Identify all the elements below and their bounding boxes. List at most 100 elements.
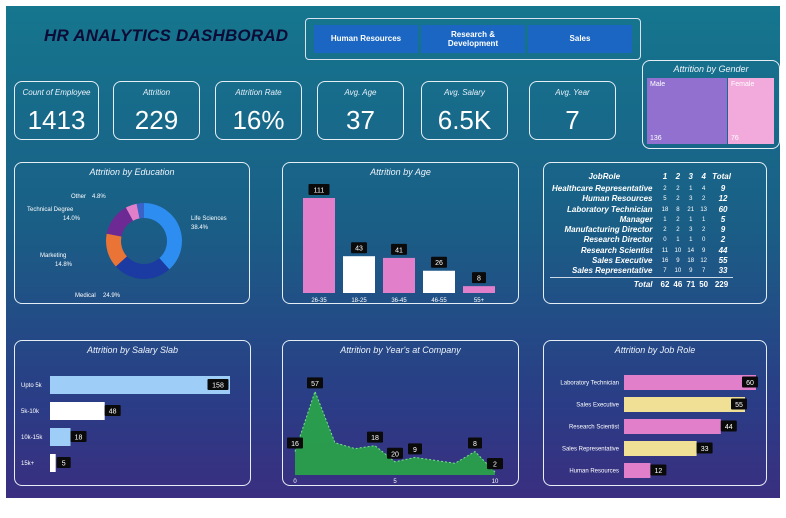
salary-bar-2 — [50, 428, 71, 446]
table-cell: 33 — [718, 266, 728, 276]
kpi-value: 6.5K — [437, 105, 492, 135]
table-cell: 7 — [702, 268, 706, 275]
table-row[interactable]: Sales Executive 16 9 18 12 55 — [550, 256, 733, 266]
table-row[interactable]: Laboratory Technician 18 8 21 13 60 — [550, 205, 733, 215]
years-value-label: 8 — [473, 441, 477, 448]
education-donut-chart: Life Sciences 38.4% Medical 24.9% Market… — [27, 194, 227, 299]
years-value-label: 57 — [311, 381, 319, 388]
age-value-label: 8 — [477, 276, 481, 283]
table-cell: 9 — [676, 258, 680, 265]
tab-research-development[interactable]: Research & Development — [421, 25, 525, 53]
attrition-by-gender-card: Attrition by Gender Male 136 Female 76 — [642, 60, 780, 149]
salary-category-label: 5k-10k — [21, 409, 40, 415]
jobrole-value-label: 44 — [725, 424, 733, 431]
table-cell: 8 — [676, 206, 680, 213]
table-cell: 1 — [689, 216, 693, 223]
gender-male-value: 136 — [650, 135, 662, 142]
table-cell: 2 — [663, 227, 667, 234]
years-value-label: 16 — [291, 441, 299, 448]
kpi-avg-age: Avg. Age 37 — [317, 81, 404, 140]
edu-pct-life-sciences: 38.4% — [191, 225, 209, 231]
table-cell: 2 — [676, 196, 680, 203]
years-area — [295, 391, 495, 475]
age-bar-36-45 — [383, 257, 415, 293]
edu-label-life-sciences: Life Sciences — [191, 216, 227, 222]
jobrole-value-label: 33 — [701, 446, 709, 453]
table-cell: 2 — [702, 196, 706, 203]
table-row[interactable]: Research Scientist 11 10 14 9 44 — [550, 246, 733, 256]
kpi-value: 229 — [134, 105, 179, 135]
edu-label-other: Other — [71, 194, 86, 200]
attrition-by-education-card: Attrition by Education Life Sciences 38.… — [14, 162, 250, 304]
edu-pct-other: 4.8% — [92, 194, 106, 200]
table-row[interactable]: Manufacturing Director 2 2 3 2 9 — [550, 225, 733, 235]
table-row[interactable]: Sales Representative 7 10 9 7 33 — [550, 266, 733, 277]
kpi-label: Attrition — [142, 88, 171, 97]
table-cell: 55 — [718, 256, 728, 266]
table-row[interactable]: Human Resources 5 2 3 2 12 — [550, 194, 733, 204]
edu-label-medical: Medical — [75, 293, 96, 299]
jobrole-category-label: Sales Representative — [562, 447, 620, 453]
table-cell: 1 — [689, 237, 693, 244]
years-value-label: 20 — [391, 451, 399, 458]
jobrole-category-label: Laboratory Technician — [560, 381, 619, 387]
age-bar-chart: 111 26-35 43 18-25 41 36-45 26 46-55 8 55+ — [303, 184, 495, 304]
age-category-label: 26-35 — [311, 298, 327, 304]
kpi-label: Attrition Rate — [235, 88, 282, 97]
dashboard-canvas: HR ANALYTICS DASHBORAD Human Resources R… — [6, 6, 780, 498]
jobrole-bar-1 — [624, 397, 745, 412]
age-value-label: 26 — [435, 260, 443, 267]
jobrole-category-label: Research Scientist — [569, 425, 619, 431]
age-value-label: 41 — [395, 247, 403, 254]
table-cell: 7 — [663, 268, 667, 275]
years-value-label: 2 — [493, 462, 497, 469]
table-cell: 4 — [702, 186, 706, 192]
age-bar-26-35 — [303, 198, 335, 293]
gender-male-block[interactable]: Male 136 — [647, 78, 727, 144]
kpi-value: 16% — [232, 105, 285, 135]
dashboard-title: HR ANALYTICS DASHBORAD — [44, 26, 289, 45]
age-bar-46-55 — [423, 270, 455, 293]
age-bar-55+ — [463, 286, 495, 293]
jobrole-bar-3 — [624, 441, 697, 456]
table-cell: Manager — [619, 214, 653, 224]
table-total-cell: 71 — [684, 276, 698, 290]
table-cell: 10 — [674, 268, 682, 275]
table-cell: 3 — [689, 227, 693, 234]
table-total-row: Total 62 46 71 50 229 — [550, 276, 733, 290]
table-cell: 16 — [661, 258, 669, 265]
age-category-label: 36-45 — [391, 298, 407, 304]
jobrole-matrix-card: JobRole 1 2 3 4 Total Healthcare Representativ… — [543, 162, 767, 304]
edu-label-technical-degree: Technical Degree — [27, 207, 74, 213]
table-cell: 11 — [661, 247, 669, 254]
tab-human-resources[interactable]: Human Resources — [314, 25, 418, 53]
age-bar-18-25 — [343, 256, 375, 293]
table-header-cell: 4 — [701, 172, 706, 181]
education-slice-0 — [144, 203, 183, 270]
edu-pct-technical-degree: 14.0% — [63, 216, 81, 222]
jobrole-bar-chart: Laboratory Technician 60 Sales Executive 55… — [560, 375, 758, 478]
table-row[interactable]: Research Director 0 1 1 0 2 — [550, 235, 733, 245]
table-cell: 2 — [663, 186, 667, 192]
table-cell: 9 — [720, 184, 726, 193]
table-header-cell: 1 — [662, 172, 668, 181]
table-row[interactable]: Manager 1 2 1 1 5 — [550, 215, 733, 225]
table-row[interactable]: Healthcare Representative 2 2 1 4 9 — [550, 184, 733, 194]
table-cell: 13 — [700, 206, 708, 213]
table-cell: 18 — [687, 258, 695, 265]
table-cell: 2 — [676, 216, 680, 223]
table-cell: Human Resources — [582, 194, 653, 204]
kpi-value: 37 — [346, 105, 375, 135]
table-cell: 5 — [663, 196, 667, 203]
tab-sales[interactable]: Sales — [528, 25, 632, 53]
table-cell: 1 — [702, 216, 706, 223]
table-cell: 18 — [661, 206, 669, 213]
gender-female-block[interactable]: Female 76 — [728, 78, 774, 144]
gender-male-label: Male — [650, 81, 666, 88]
table-cell: 0 — [663, 237, 667, 244]
jobrole-value-label: 55 — [735, 402, 743, 409]
table-header-row: JobRole 1 2 3 4 Total — [550, 172, 733, 184]
salary-value-label: 18 — [75, 435, 83, 442]
table-header-cell: 2 — [675, 172, 681, 181]
kpi-label: Avg. Age — [344, 88, 377, 97]
